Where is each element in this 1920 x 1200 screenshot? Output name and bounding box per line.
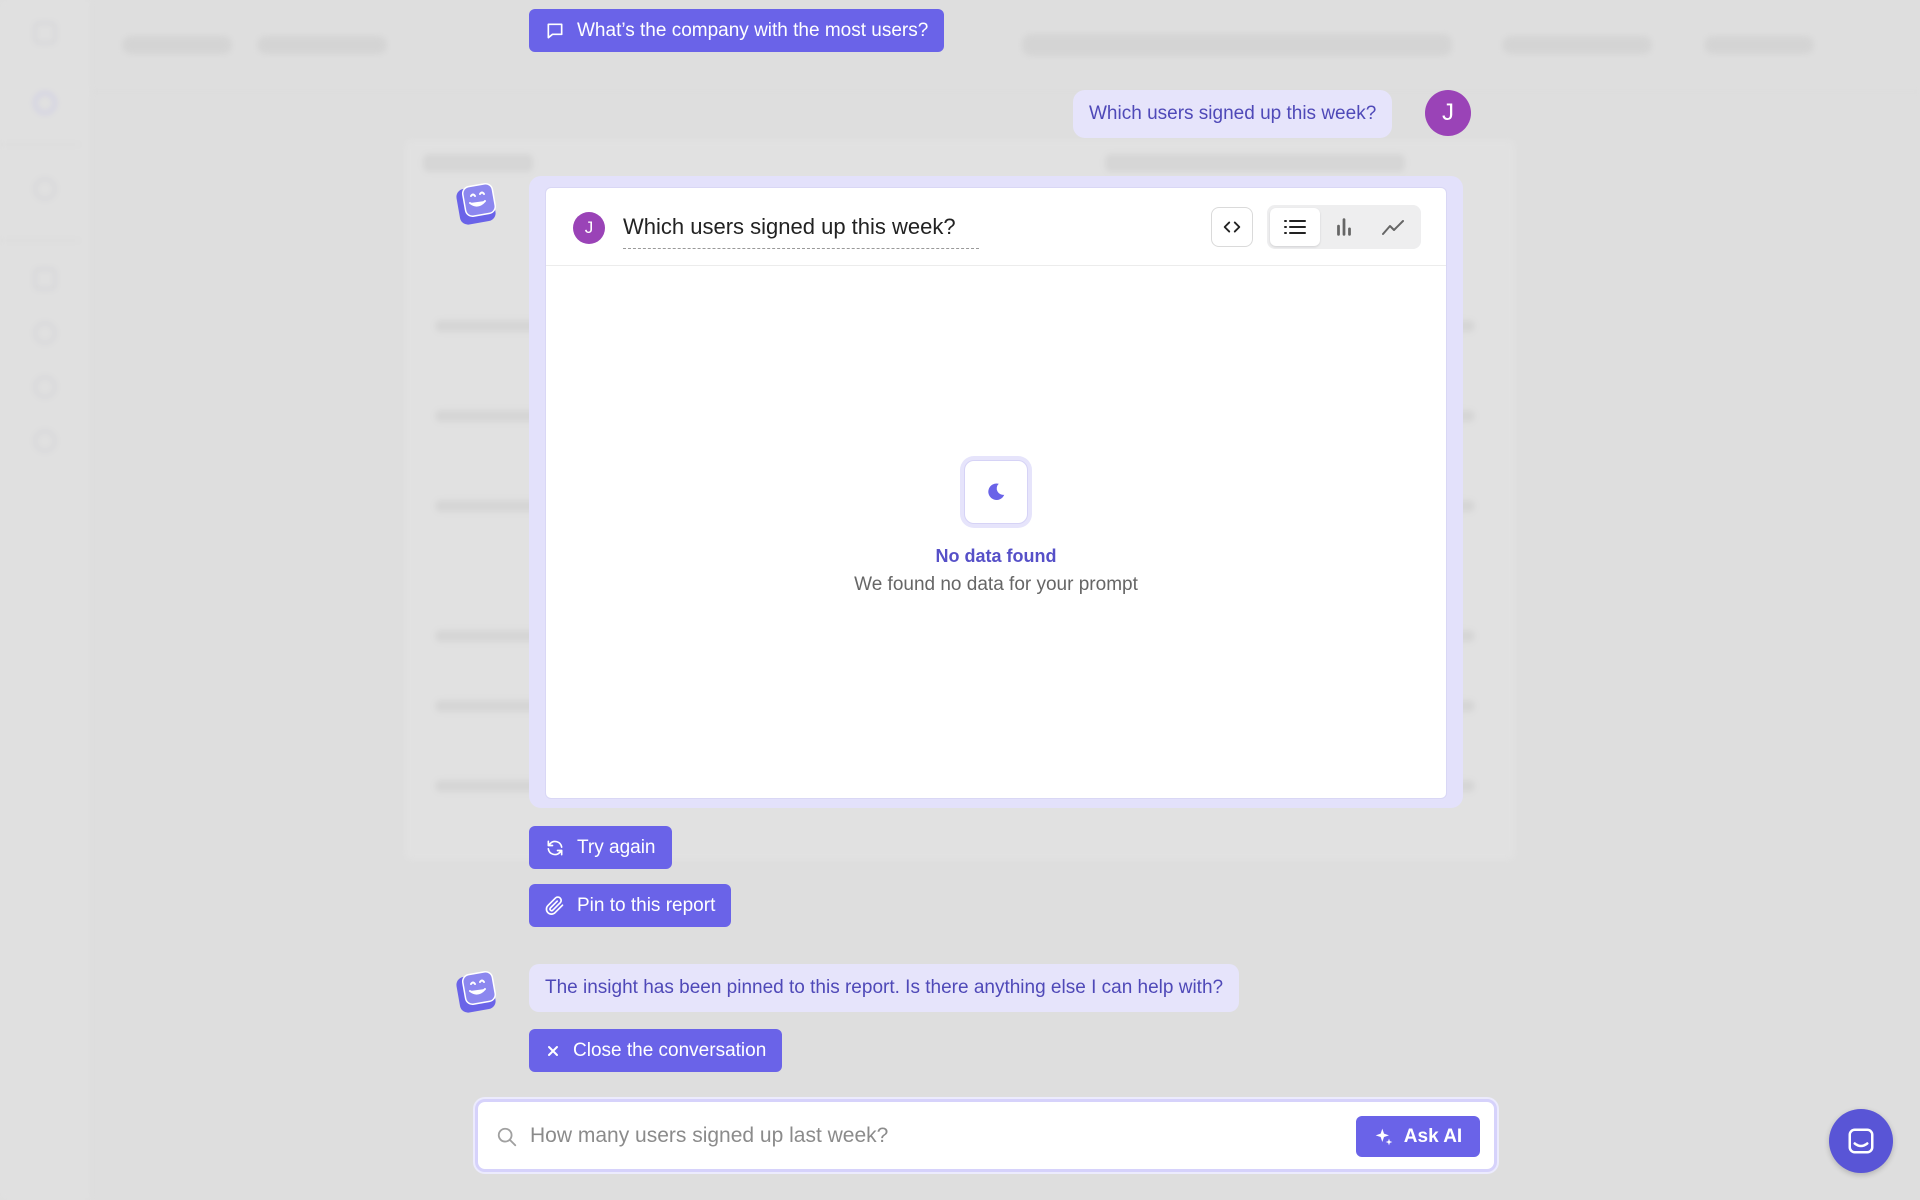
ask-ai-input[interactable] (530, 1118, 1310, 1154)
bar-chart-icon (1337, 218, 1351, 236)
list-icon (1284, 220, 1306, 234)
user-message-text: Which users signed up this week? (1089, 103, 1377, 124)
insight-card: J Which users signed up this week? No da… (545, 187, 1447, 799)
question-avatar: J (573, 212, 605, 244)
search-icon (497, 1127, 517, 1147)
bot-message-text: The insight has been pinned to this repo… (545, 977, 1224, 998)
bot-avatar-icon (456, 970, 497, 1013)
empty-state-badge (964, 460, 1028, 524)
background-topbar (92, 0, 1920, 92)
view-toggle-group (1267, 205, 1421, 249)
message-square-icon (547, 23, 563, 39)
bar-chart-view-button[interactable] (1319, 208, 1369, 246)
moon-icon (988, 483, 1005, 500)
line-chart-icon (1382, 220, 1404, 235)
ask-ai-button[interactable]: Ask AI (1356, 1116, 1480, 1157)
empty-state-title: No data found (935, 546, 1057, 566)
line-chart-view-button[interactable] (1368, 208, 1418, 246)
user-message-bubble: Which users signed up this week? (1073, 90, 1393, 138)
bot-avatar-icon (456, 182, 497, 225)
ask-ai-bar: Ask AI (475, 1099, 1497, 1172)
user-avatar: J (1425, 90, 1471, 136)
insight-card-header: J Which users signed up this week? (546, 188, 1446, 266)
refresh-icon (547, 840, 563, 855)
paperclip-icon (545, 895, 564, 915)
view-code-button[interactable] (1211, 207, 1253, 247)
background-sidebar (0, 0, 92, 1200)
suggestion-label: What’s the company with the most users? (577, 19, 929, 41)
pin-to-report-button[interactable]: Pin to this report (529, 884, 732, 927)
try-again-label: Try again (577, 836, 656, 858)
code-icon (1223, 221, 1241, 233)
try-again-button[interactable]: Try again (529, 826, 672, 869)
close-conversation-button[interactable]: Close the conversation (529, 1029, 783, 1072)
chat-launcher-button[interactable] (1829, 1109, 1893, 1173)
close-icon (548, 1045, 558, 1056)
question-avatar-initial: J (584, 218, 594, 237)
chat-icon (1848, 1128, 1874, 1154)
close-conversation-label: Close the conversation (573, 1039, 767, 1061)
insight-question-title[interactable]: Which users signed up this week? (623, 214, 979, 249)
pin-label: Pin to this report (577, 894, 716, 916)
empty-state-subtitle: We found no data for your prompt (854, 574, 1138, 595)
user-avatar-initial: J (1442, 99, 1454, 126)
ask-ai-label: Ask AI (1403, 1125, 1463, 1147)
suggestion-chip[interactable]: What’s the company with the most users? (529, 9, 945, 52)
bot-message-bubble: The insight has been pinned to this repo… (529, 964, 1240, 1012)
list-view-button[interactable] (1270, 208, 1320, 246)
sparkle-icon (1375, 1128, 1393, 1145)
